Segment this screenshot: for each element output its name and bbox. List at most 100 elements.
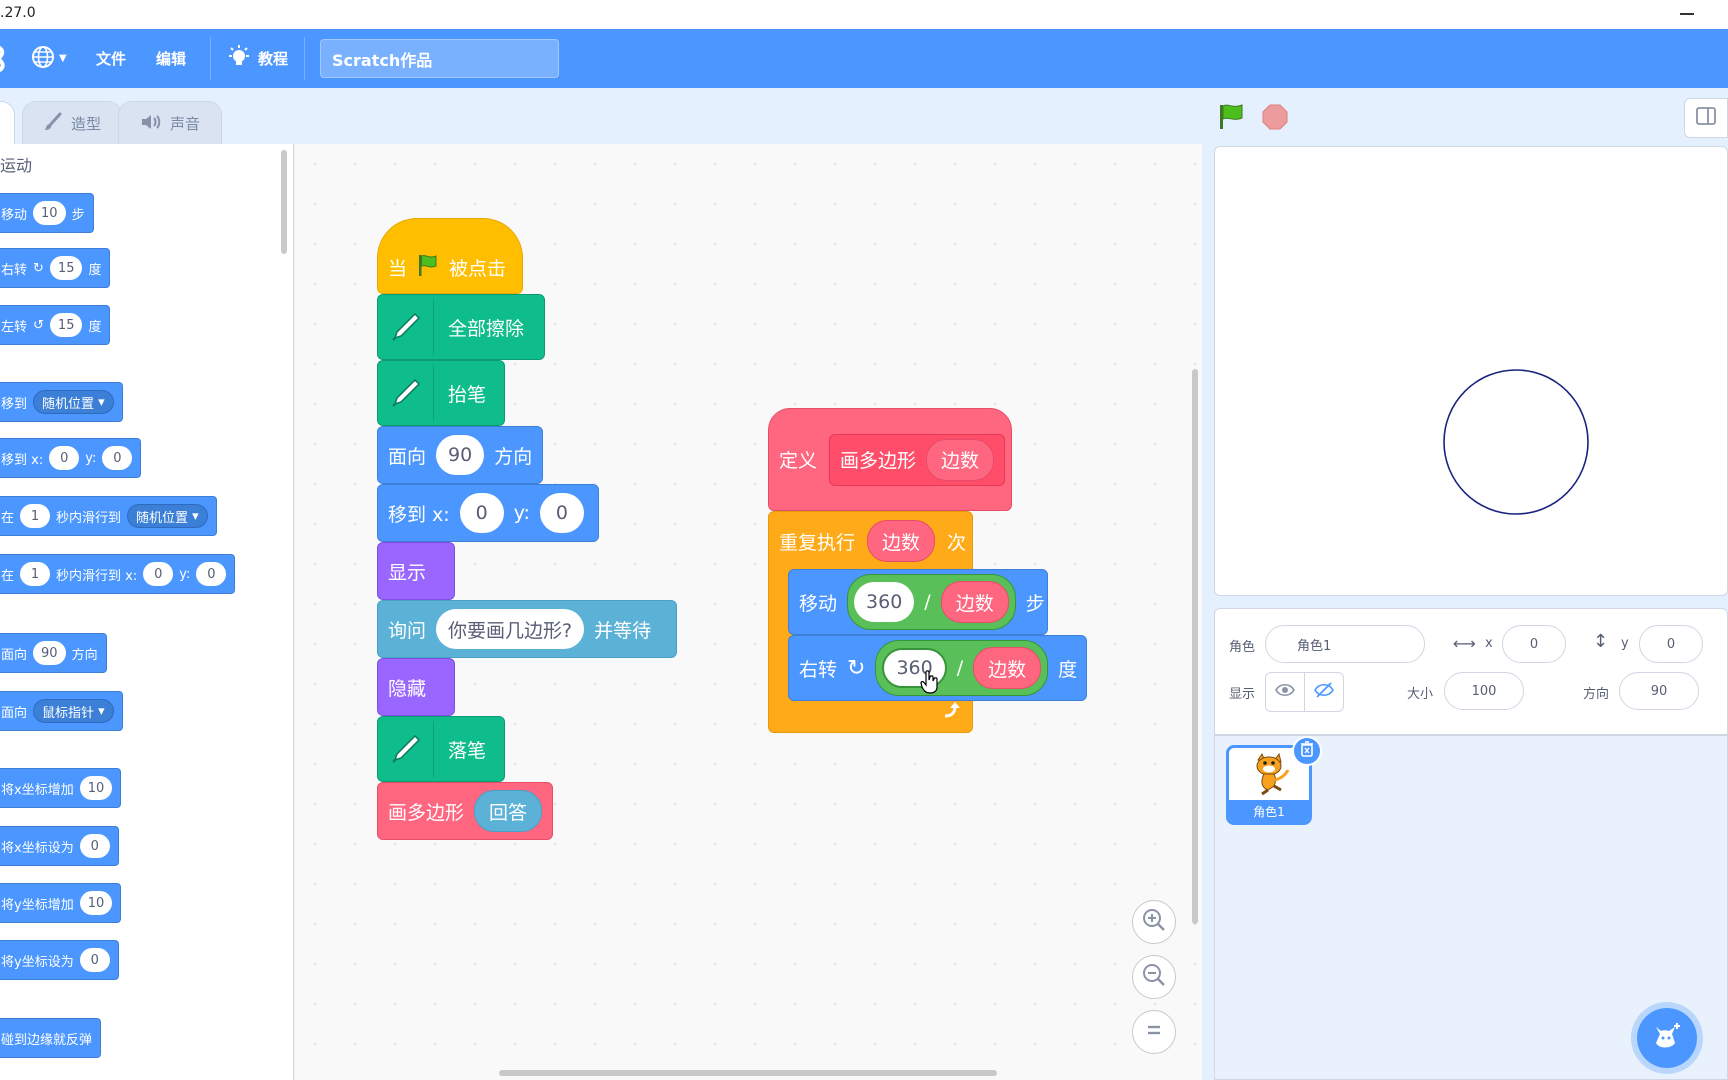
add-sprite-button[interactable] (1637, 1008, 1697, 1068)
number-input[interactable]: 0 (102, 446, 133, 470)
param-reporter[interactable]: 边数 (926, 438, 995, 481)
block-text: 度 (1058, 658, 1078, 681)
palette-block-set-x[interactable]: 将x坐标设为 0 (0, 826, 119, 866)
tab-costumes[interactable]: 造型 (22, 101, 122, 145)
move-steps-block[interactable]: 移动 360 / 边数 步 (788, 569, 1048, 635)
y-label: y (1621, 636, 1629, 651)
y-input[interactable]: 0 (1639, 625, 1703, 663)
zoom-out-button[interactable] (1132, 955, 1176, 999)
block-text: 将y坐标增加 (1, 897, 74, 913)
x-input[interactable]: 0 (459, 493, 504, 533)
hand-cursor-icon (920, 670, 940, 698)
ask-and-wait-block[interactable]: 询问 你要画几边形? 并等待 (377, 600, 677, 658)
erase-all-block[interactable]: 全部擦除 (377, 294, 545, 360)
question-input[interactable]: 你要画几边形? (436, 609, 585, 649)
number-input[interactable]: 0 (79, 948, 110, 972)
target-dropdown[interactable]: 随机位置 ▾ (33, 390, 114, 414)
stage-layout-button[interactable] (1684, 98, 1728, 138)
show-sprite-button[interactable] (1265, 672, 1305, 712)
y-input[interactable]: 0 (539, 493, 584, 533)
show-block[interactable]: 显示 (377, 542, 455, 600)
green-flag-button[interactable] (1216, 103, 1246, 135)
answer-reporter[interactable]: 回答 (474, 790, 543, 832)
block-text: 隐藏 (388, 677, 427, 700)
palette-block-glide-to[interactable]: 在 1 秒内滑行到 随机位置 ▾ (0, 496, 217, 536)
number-input[interactable]: 15 (49, 313, 83, 337)
number-input[interactable]: 10 (33, 201, 66, 225)
number-input[interactable]: 0 (196, 562, 227, 586)
tutorials-menu[interactable]: 教程 (226, 29, 288, 88)
number-input[interactable]: 0 (49, 446, 80, 470)
tab-code[interactable] (0, 101, 15, 145)
palette-block-turn-left[interactable]: 左转 ↺ 15 度 (0, 305, 111, 345)
tab-sounds[interactable]: 声音 (118, 101, 222, 145)
palette-block-point-towards[interactable]: 面向 鼠标指针 ▾ (0, 691, 123, 731)
block-text: y: (513, 502, 530, 524)
direction-input[interactable]: 90 (1619, 672, 1699, 710)
palette-block-move-steps[interactable]: 移动 10 步 (0, 193, 94, 233)
block-text: 移到 x: (388, 503, 450, 526)
palette-block-set-y[interactable]: 将y坐标设为 0 (0, 940, 119, 980)
param-reporter[interactable]: 边数 (867, 520, 936, 562)
pen-drawing (1443, 369, 1589, 515)
divide-operator[interactable]: 360 / 边数 (875, 640, 1049, 696)
target-dropdown[interactable]: 鼠标指针 ▾ (33, 699, 114, 723)
stop-button[interactable] (1261, 103, 1289, 135)
workspace-horizontal-scrollbar[interactable] (499, 1070, 997, 1076)
target-dropdown[interactable]: 随机位置 ▾ (127, 504, 208, 528)
number-input[interactable]: 0 (143, 562, 174, 586)
palette-scrollbar[interactable] (281, 150, 287, 254)
number-input[interactable]: 10 (79, 776, 113, 800)
define-block[interactable]: 定义 画多边形 边数 (768, 408, 1012, 511)
sprite-name-input[interactable]: 角色1 (1265, 625, 1425, 663)
zoom-in-button[interactable] (1132, 900, 1176, 944)
number-input[interactable]: 360 (854, 582, 915, 622)
edit-menu[interactable]: 编辑 (156, 29, 186, 88)
hide-block[interactable]: 隐藏 (377, 658, 455, 716)
number-input[interactable]: 0 (79, 834, 110, 858)
call-draw-polygon-block[interactable]: 画多边形 回答 (377, 782, 553, 840)
palette-block-bounce[interactable]: 碰到边缘就反弹 (0, 1018, 102, 1058)
point-in-direction-block[interactable]: 面向 90 方向 (377, 426, 543, 484)
palette-block-turn-right[interactable]: 右转 ↻ 15 度 (0, 248, 111, 288)
delete-sprite-button[interactable] (1292, 736, 1322, 766)
size-input[interactable]: 100 (1444, 672, 1524, 710)
palette-block-go-to-xy[interactable]: 移到 x: 0 y: 0 (0, 438, 142, 478)
zoom-reset-button[interactable] (1132, 1010, 1176, 1054)
param-reporter[interactable]: 边数 (973, 647, 1042, 689)
language-menu[interactable]: ▼ (31, 29, 75, 88)
pen-up-block[interactable]: 抬笔 (377, 360, 505, 426)
param-reporter[interactable]: 边数 (940, 581, 1009, 623)
scratch-logo[interactable] (0, 29, 8, 88)
palette-block-go-to[interactable]: 移到 随机位置 ▾ (0, 382, 123, 422)
pen-down-block[interactable]: 落笔 (377, 716, 505, 782)
eye-hidden-icon (1314, 682, 1334, 702)
script-area[interactable]: 当 被点击 全部擦除 抬笔 面向 90 方向 移到 x: 0 y: 0 显示 询… (295, 144, 1202, 1080)
file-menu[interactable]: 文件 (96, 29, 126, 88)
direction-input[interactable]: 90 (436, 435, 485, 475)
hide-sprite-button[interactable] (1304, 672, 1344, 712)
palette-block-change-y[interactable]: 将y坐标增加 10 (0, 883, 122, 923)
stage-canvas[interactable] (1214, 146, 1728, 596)
block-text: 度 (88, 262, 102, 278)
number-input[interactable]: 10 (79, 891, 113, 915)
when-flag-clicked-block[interactable]: 当 被点击 (377, 218, 523, 294)
project-title-input[interactable]: Scratch作品 (320, 39, 559, 78)
rotate-right-icon: ↻ (33, 260, 44, 276)
palette-block-glide-to-xy[interactable]: 在 1 秒内滑行到 x: 0 y: 0 (0, 554, 236, 594)
number-input[interactable]: 90 (33, 641, 66, 665)
go-to-xy-block[interactable]: 移到 x: 0 y: 0 (377, 484, 599, 542)
workspace-vertical-scrollbar[interactable] (1192, 369, 1198, 924)
divide-operator[interactable]: 360 / 边数 (847, 574, 1016, 630)
number-input[interactable]: 15 (49, 256, 83, 280)
block-text: 并等待 (594, 619, 652, 642)
tab-costumes-label: 造型 (70, 115, 101, 133)
number-input[interactable]: 1 (20, 504, 51, 528)
rotate-left-icon: ↺ (33, 317, 44, 333)
number-input[interactable]: 1 (20, 562, 51, 586)
x-input[interactable]: 0 (1502, 625, 1566, 663)
minimize-button[interactable] (1668, 0, 1708, 29)
procedure-prototype: 画多边形 边数 (829, 433, 1006, 486)
palette-block-point-direction[interactable]: 面向 90 方向 (0, 633, 107, 673)
palette-block-change-x[interactable]: 将x坐标增加 10 (0, 768, 122, 808)
